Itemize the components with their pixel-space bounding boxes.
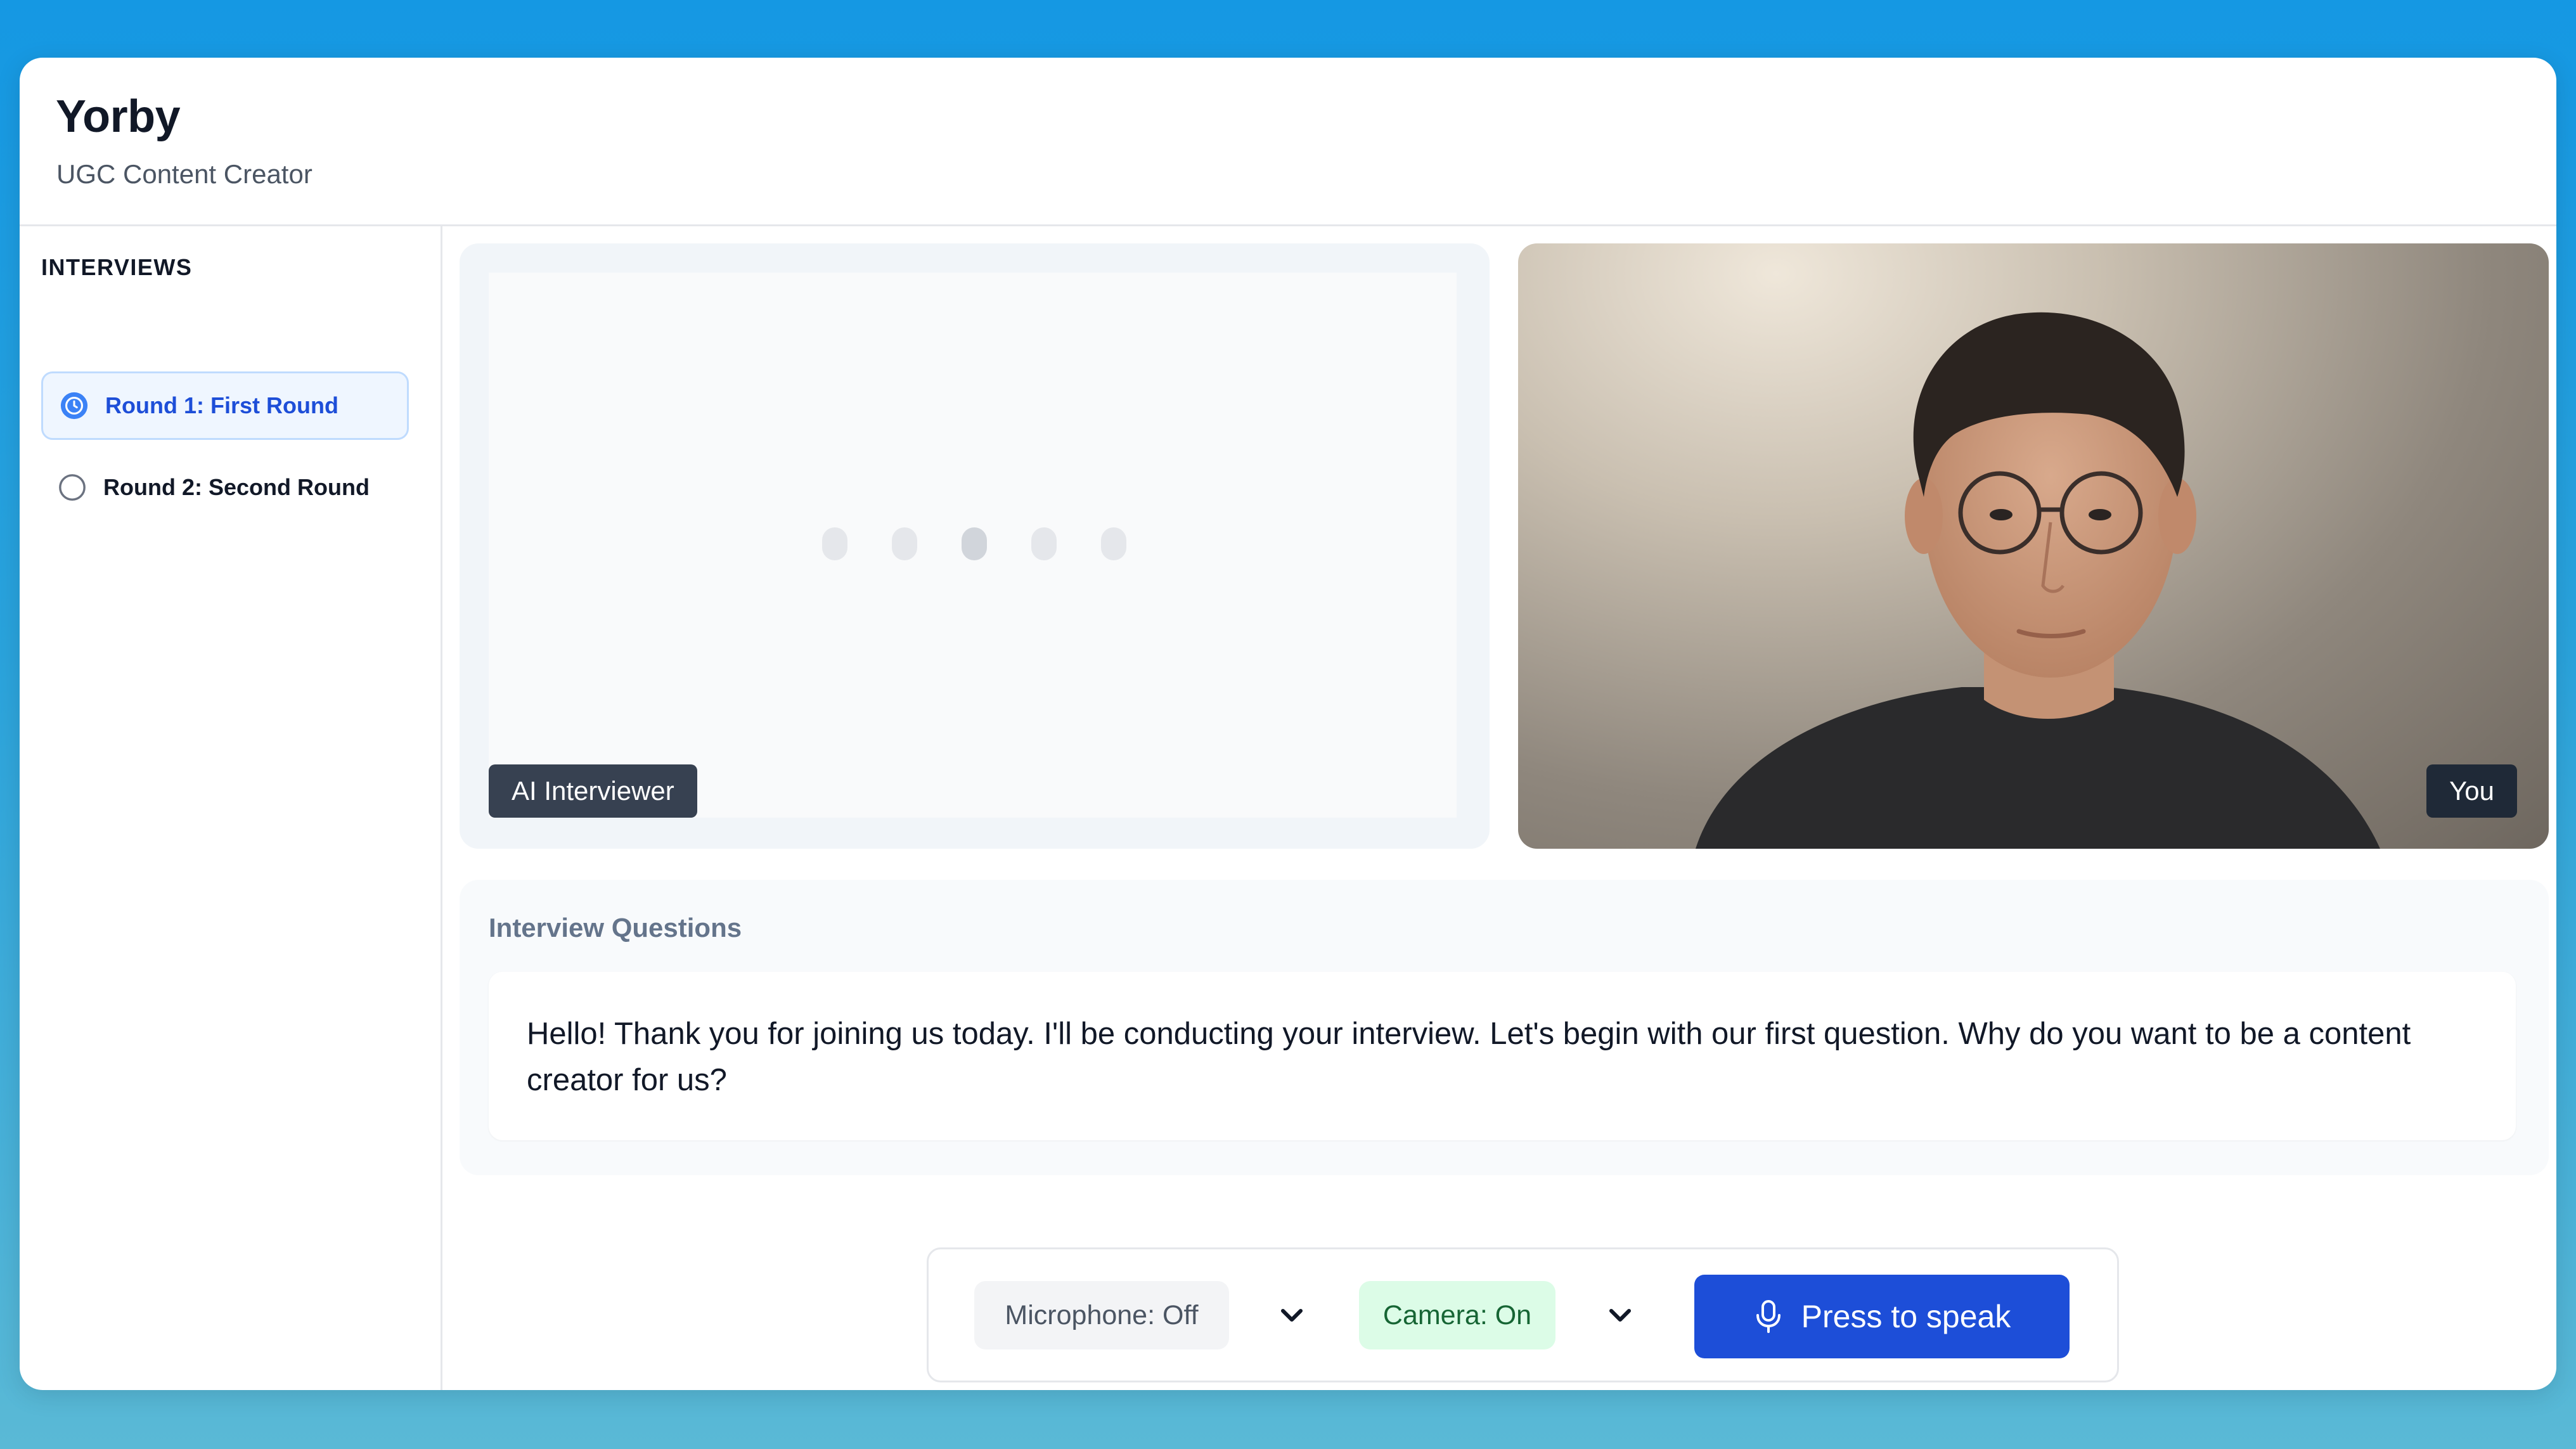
ai-interviewer-panel: AI Interviewer — [460, 243, 1490, 849]
sidebar: INTERVIEWS Round 1: First Round Round 2:… — [20, 226, 442, 1390]
sidebar-item-label: Round 2: Second Round — [103, 474, 370, 500]
ai-video-area — [489, 273, 1457, 818]
chevron-down-icon[interactable] — [1274, 1298, 1310, 1333]
press-to-speak-label: Press to speak — [1801, 1299, 2011, 1334]
controls-bar: Microphone: Off Camera: On Press to spea… — [927, 1247, 2119, 1382]
loading-dot — [962, 527, 987, 560]
loading-indicator — [822, 527, 1126, 560]
questions-heading: Interview Questions — [489, 913, 742, 943]
microphone-icon — [1756, 1300, 1781, 1333]
chevron-down-icon[interactable] — [1602, 1298, 1638, 1333]
interview-questions-panel: Interview Questions Hello! Thank you for… — [460, 880, 2549, 1175]
app-window: Yorby UGC Content Creator INTERVIEWS Rou… — [20, 58, 2556, 1390]
main-content: AI Interviewer You Interview Questions H… — [442, 226, 2556, 1390]
user-label: You — [2426, 764, 2517, 818]
clock-icon — [60, 392, 88, 420]
loading-dot — [1031, 527, 1057, 560]
loading-dot — [1101, 527, 1126, 560]
app-title: Yorby — [56, 91, 181, 142]
sidebar-item-round-2[interactable]: Round 2: Second Round — [41, 453, 409, 522]
microphone-status-button[interactable]: Microphone: Off — [974, 1281, 1229, 1349]
ai-interviewer-label: AI Interviewer — [489, 764, 697, 818]
empty-circle-icon — [59, 474, 86, 501]
loading-dot — [822, 527, 847, 560]
user-video-image — [1696, 312, 2380, 849]
user-camera-feed: You — [1518, 243, 2549, 849]
camera-status-button[interactable]: Camera: On — [1359, 1281, 1555, 1349]
job-subtitle: UGC Content Creator — [56, 159, 312, 189]
sidebar-item-round-1[interactable]: Round 1: First Round — [41, 371, 409, 440]
sidebar-item-label: Round 1: First Round — [105, 392, 338, 418]
press-to-speak-button[interactable]: Press to speak — [1694, 1275, 2070, 1358]
current-question: Hello! Thank you for joining us today. I… — [489, 972, 2516, 1140]
sidebar-heading: INTERVIEWS — [41, 254, 193, 280]
loading-dot — [892, 527, 917, 560]
header: Yorby UGC Content Creator — [20, 58, 2556, 226]
